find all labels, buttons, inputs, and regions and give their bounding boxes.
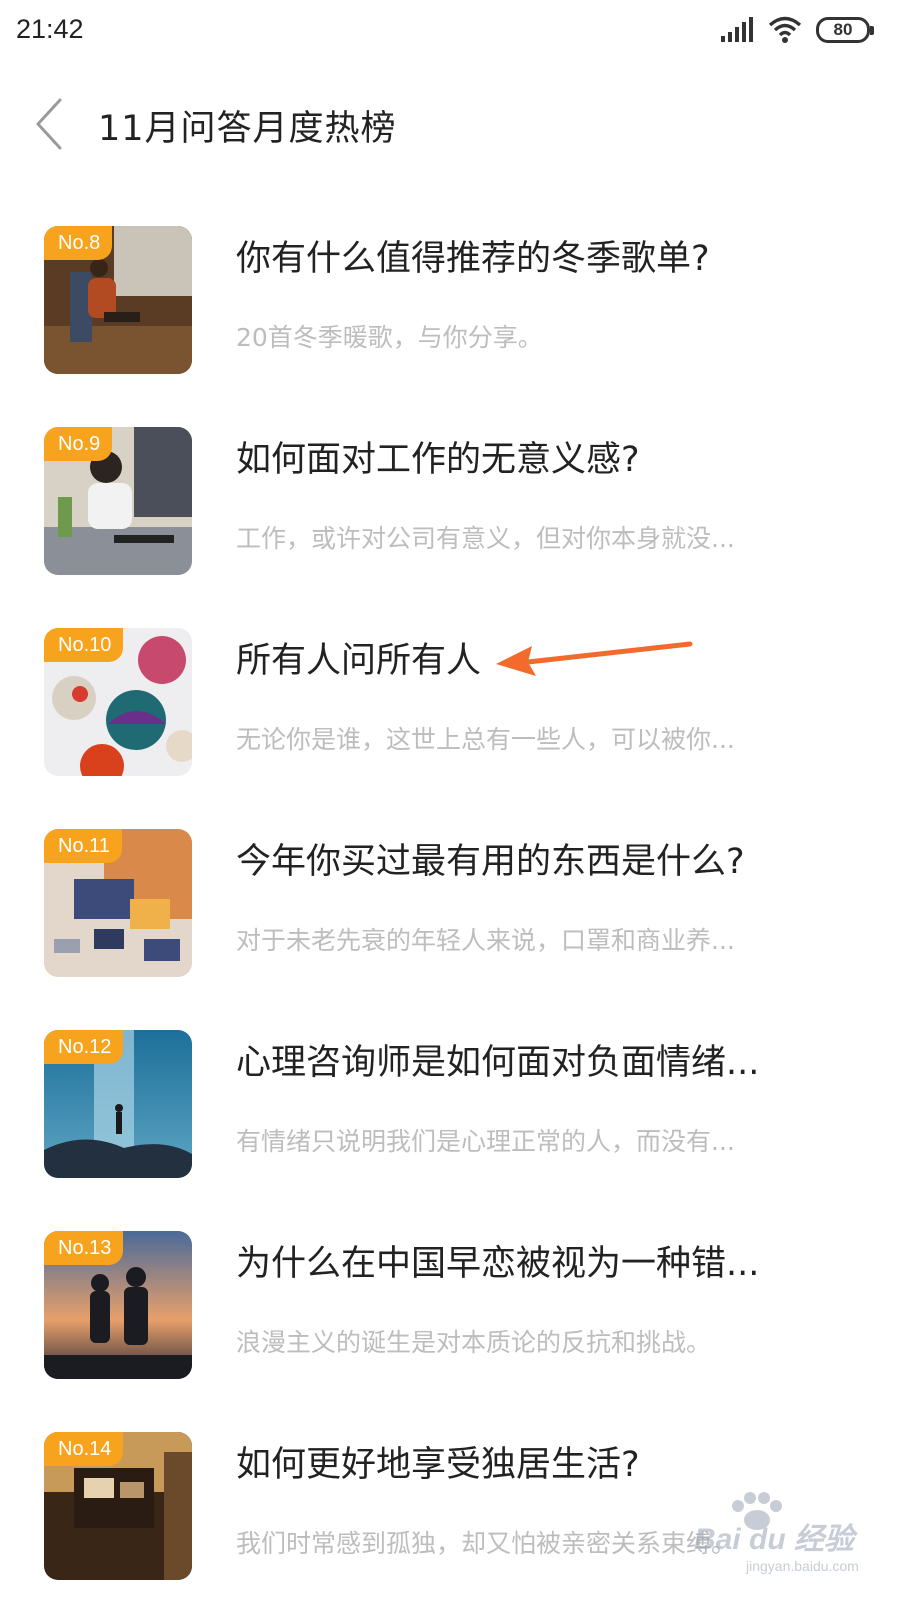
thumbnail-image: No.11 — [44, 829, 192, 977]
list-item[interactable]: No.12 心理咨询师是如何面对负面情绪... 有情绪只说明我们是心理正常的人，… — [0, 1030, 900, 1180]
item-title: 如何面对工作的无意义感? — [236, 440, 640, 480]
rank-badge: No.9 — [44, 427, 113, 461]
item-subtitle: 无论你是谁，这世上总有一些人，可以被你... — [236, 725, 735, 754]
back-button[interactable] — [26, 94, 78, 154]
item-subtitle: 20首冬季暖歌，与你分享。 — [236, 323, 543, 352]
item-subtitle: 我们时常感到孤独，却又怕被亲密关系束缚。 — [236, 1529, 737, 1558]
signal-icon — [721, 17, 753, 42]
wifi-icon — [768, 16, 802, 43]
page-title: 11月问答月度热榜 — [98, 109, 397, 149]
thumbnail-image: No.13 — [44, 1231, 192, 1379]
chevron-left-icon — [36, 98, 62, 150]
list-item[interactable]: No.10 所有人问所有人 无论你是谁，这世上总有一些人，可以被你... — [0, 628, 900, 778]
item-title: 心理咨询师是如何面对负面情绪... — [236, 1043, 760, 1083]
thumbnail-image: No.10 — [44, 628, 192, 776]
list-item[interactable]: No.11 今年你买过最有用的东西是什么? 对于未老先衰的年轻人来说，口罩和商业… — [0, 829, 900, 979]
status-icons: 80 — [720, 14, 874, 46]
item-subtitle: 浪漫主义的诞生是对本质论的反抗和挑战。 — [236, 1328, 712, 1357]
list-item[interactable]: No.13 为什么在中国早恋被视为一种错... 浪漫主义的诞生是对本质论的反抗和… — [0, 1231, 900, 1381]
status-time: 21:42 — [16, 14, 84, 44]
thumbnail-image: No.8 — [44, 226, 192, 374]
list-item[interactable]: No.8 你有什么值得推荐的冬季歌单? 20首冬季暖歌，与你分享。 — [0, 226, 900, 376]
status-bar: 21:42 80 — [0, 0, 900, 62]
item-title: 今年你买过最有用的东西是什么? — [236, 842, 745, 882]
thumbnail-image: No.14 — [44, 1432, 192, 1580]
rank-badge: No.10 — [44, 628, 124, 662]
item-subtitle: 工作，或许对公司有意义，但对你本身就没... — [236, 524, 735, 553]
list-item[interactable]: No.14 如何更好地享受独居生活? 我们时常感到孤独，却又怕被亲密关系束缚。 — [0, 1432, 900, 1582]
rank-badge: No.11 — [44, 829, 122, 863]
thumbnail-image: No.9 — [44, 427, 192, 575]
item-subtitle: 对于未老先衰的年轻人来说，口罩和商业养... — [236, 926, 735, 955]
thumbnail-image: No.12 — [44, 1030, 192, 1178]
rank-badge: No.8 — [44, 226, 113, 260]
rank-badge: No.14 — [44, 1432, 124, 1466]
rank-badge: No.13 — [44, 1231, 124, 1265]
item-title: 为什么在中国早恋被视为一种错... — [236, 1244, 760, 1284]
item-subtitle: 有情绪只说明我们是心理正常的人，而没有... — [236, 1127, 735, 1156]
item-title: 你有什么值得推荐的冬季歌单? — [236, 239, 710, 279]
battery-indicator: 80 — [816, 17, 874, 43]
item-title: 所有人问所有人 — [236, 641, 482, 681]
rank-badge: No.12 — [44, 1030, 124, 1064]
item-title: 如何更好地享受独居生活? — [236, 1445, 640, 1485]
header: 11月问答月度热榜 — [0, 80, 900, 166]
list-item[interactable]: No.9 如何面对工作的无意义感? 工作，或许对公司有意义，但对你本身就没... — [0, 427, 900, 577]
